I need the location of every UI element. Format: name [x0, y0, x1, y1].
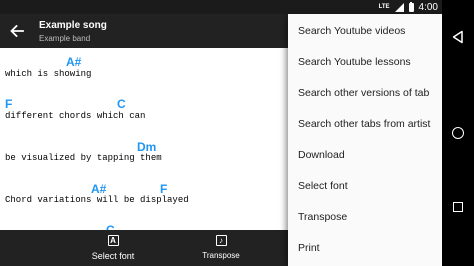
transpose-icon: ♪	[215, 235, 227, 246]
menu-item-transpose[interactable]: Transpose	[288, 202, 442, 233]
chord[interactable]: A#	[91, 183, 106, 195]
song-title: Example song	[39, 20, 107, 31]
chord[interactable]: A#	[66, 56, 81, 68]
lyric-line: different chords which can	[5, 111, 146, 121]
status-icons: LTE 4:00	[379, 1, 438, 13]
menu-item-download[interactable]: Download	[288, 140, 442, 171]
status-time: 4:00	[418, 1, 438, 13]
nav-back-icon[interactable]	[451, 30, 465, 44]
nav-home-icon[interactable]	[452, 127, 464, 139]
select-font-button[interactable]: A Select font	[86, 230, 140, 266]
chord[interactable]: C	[117, 98, 126, 110]
battery-icon	[408, 1, 414, 12]
menu-item-search-other-versions[interactable]: Search other versions of tab	[288, 78, 442, 109]
lyric-line: be visualized by tapping them	[5, 153, 162, 163]
font-icon: A	[107, 235, 119, 246]
transpose-label: Transpose	[202, 251, 240, 260]
chord[interactable]: F	[5, 98, 12, 110]
select-font-label: Select font	[91, 251, 135, 261]
menu-item-search-youtube-lessons[interactable]: Search Youtube lessons	[288, 47, 442, 78]
menu-item-print[interactable]: Print	[288, 233, 442, 264]
lyric-line: which is showing	[5, 69, 92, 79]
signal-icon	[394, 2, 404, 12]
transpose-button[interactable]: ♪ Transpose	[196, 230, 246, 266]
lte-indicator: LTE	[378, 4, 390, 10]
band-name: Example band	[39, 34, 91, 43]
menu-item-search-youtube-videos[interactable]: Search Youtube videos	[288, 16, 442, 47]
chord[interactable]: F	[160, 183, 167, 195]
chord[interactable]: Dm	[137, 141, 156, 153]
navigation-bar	[442, 0, 474, 266]
menu-item-search-other-tabs[interactable]: Search other tabs from artist	[288, 109, 442, 140]
status-bar: LTE 4:00	[0, 0, 442, 14]
lyric-line: Chord variations will be displayed	[5, 195, 189, 205]
overflow-menu: Search Youtube videos Search Youtube les…	[288, 14, 442, 266]
back-arrow-icon[interactable]	[8, 23, 26, 39]
menu-item-select-font[interactable]: Select font	[288, 171, 442, 202]
nav-recents-icon[interactable]	[453, 202, 463, 212]
